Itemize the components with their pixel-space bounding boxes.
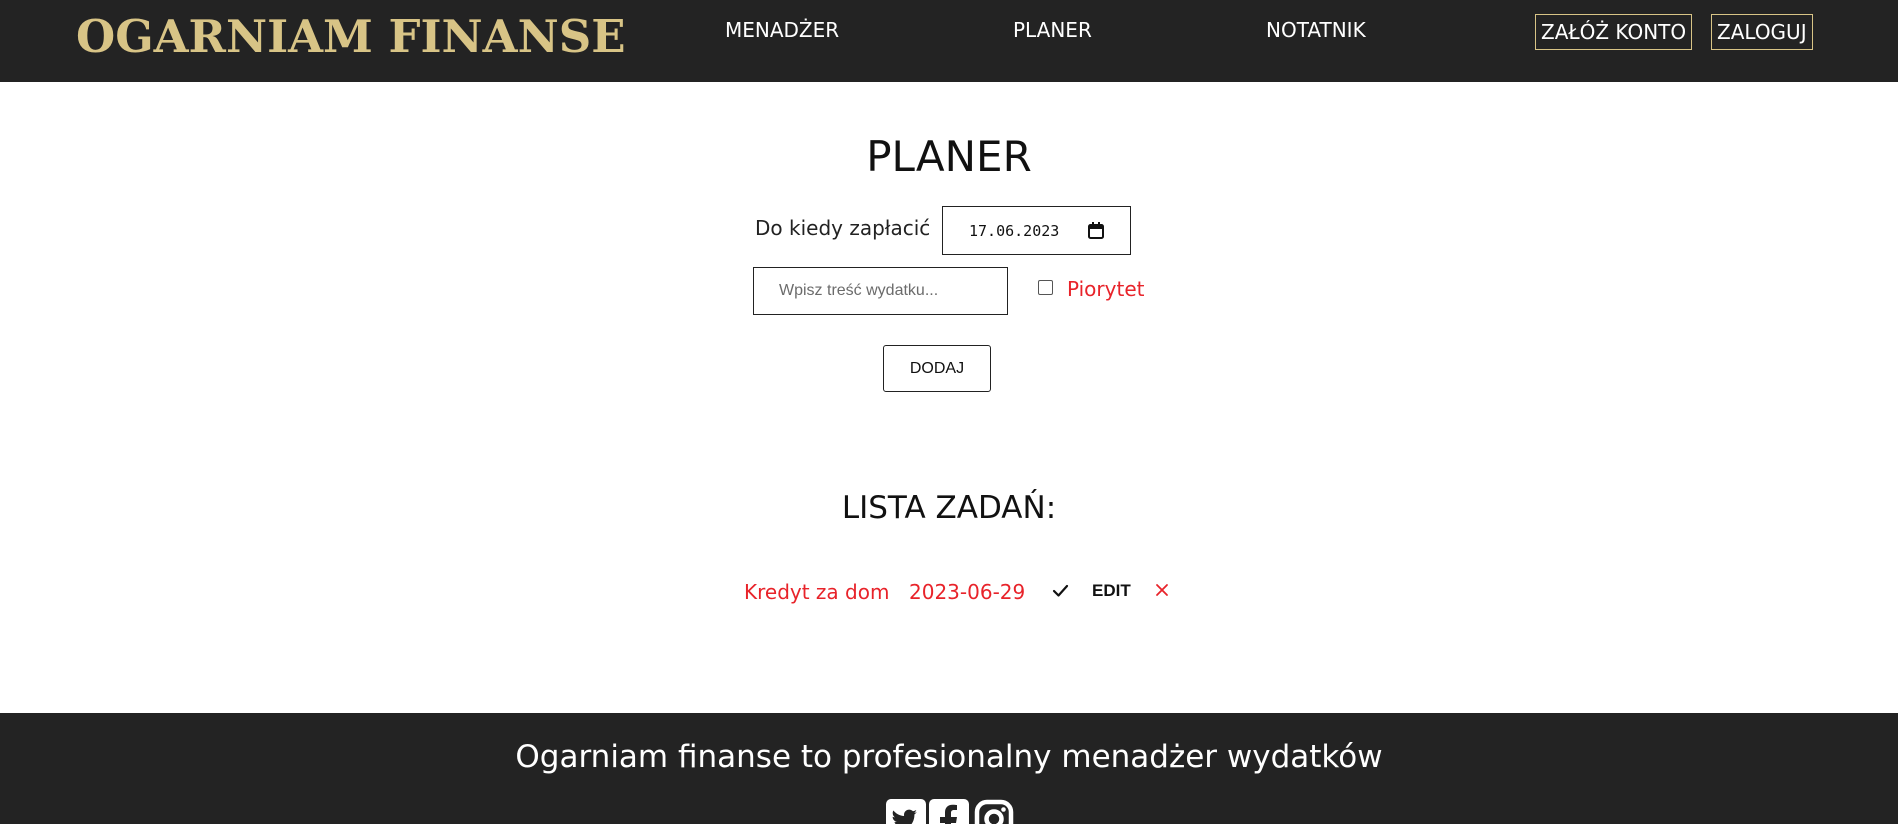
task-list-title: LISTA ZADAŃ: bbox=[841, 490, 1057, 526]
top-navbar: OGARNIAM FINANSE MENADŻER PLANER NOTATNI… bbox=[0, 0, 1898, 82]
nav-link-menadzer[interactable]: MENADŻER bbox=[725, 18, 839, 42]
nav-link-notatnik[interactable]: NOTATNIK bbox=[1266, 18, 1366, 42]
calendar-icon[interactable] bbox=[1088, 222, 1104, 239]
expense-input[interactable] bbox=[753, 267, 1008, 315]
edit-button[interactable]: EDIT bbox=[1092, 581, 1131, 601]
page-title: PLANER bbox=[866, 132, 1032, 181]
add-button[interactable]: DODAJ bbox=[883, 345, 991, 392]
instagram-icon[interactable] bbox=[974, 799, 1014, 824]
login-button[interactable]: ZALOGUJ bbox=[1711, 14, 1813, 50]
nav-link-planer[interactable]: PLANER bbox=[1013, 18, 1092, 42]
due-date-input[interactable]: 17.06.2023 bbox=[942, 206, 1131, 255]
close-icon[interactable] bbox=[1155, 583, 1169, 597]
task-date: 2023-06-29 bbox=[909, 580, 1026, 604]
due-date-value: 17.06.2023 bbox=[969, 222, 1060, 240]
register-button[interactable]: ZAŁÓŻ KONTO bbox=[1535, 14, 1693, 50]
footer: Ogarniam finanse to profesionalny menadż… bbox=[0, 713, 1898, 824]
priority-label[interactable]: Piorytet bbox=[1067, 277, 1144, 301]
site-logo[interactable]: OGARNIAM FINANSE bbox=[76, 10, 626, 63]
due-date-label: Do kiedy zapłacić bbox=[755, 216, 931, 240]
footer-tagline: Ogarniam finanse to profesionalny menadż… bbox=[515, 739, 1383, 775]
twitter-icon[interactable] bbox=[886, 799, 926, 824]
task-name: Kredyt za dom bbox=[744, 580, 890, 604]
facebook-icon[interactable] bbox=[929, 799, 969, 824]
priority-checkbox[interactable] bbox=[1038, 280, 1053, 295]
check-icon[interactable] bbox=[1052, 582, 1069, 599]
